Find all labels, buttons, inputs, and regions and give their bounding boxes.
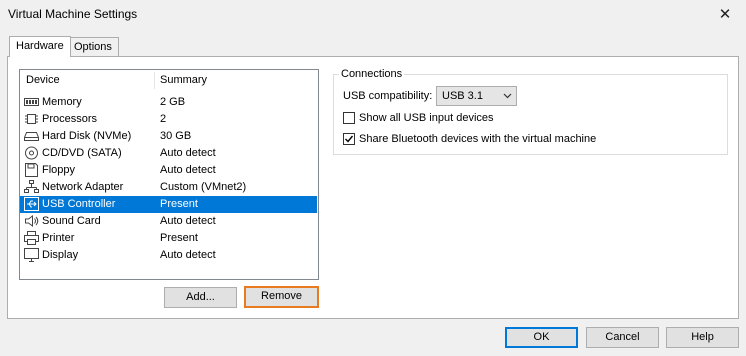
tab-options[interactable]: Options xyxy=(67,37,119,56)
device-name: Display xyxy=(42,249,79,261)
ok-button[interactable]: OK xyxy=(505,327,578,348)
usb-compatibility-select[interactable]: USB 3.1 xyxy=(436,86,517,106)
device-name: Floppy xyxy=(42,164,76,176)
device-list-header: Device Summary xyxy=(20,72,318,90)
connections-legend: Connections xyxy=(339,68,405,80)
device-name: Memory xyxy=(42,96,82,108)
hard-disk-icon xyxy=(24,132,39,141)
memory-icon xyxy=(24,98,39,106)
device-row-hard-disk[interactable]: Hard Disk (NVMe) 30 GB xyxy=(20,128,317,145)
usb-icon xyxy=(24,197,39,211)
floppy-icon xyxy=(25,163,38,177)
cd-dvd-icon xyxy=(25,146,38,160)
device-summary: Auto detect xyxy=(160,164,216,176)
chevron-down-icon xyxy=(503,93,512,99)
device-name: Hard Disk (NVMe) xyxy=(42,130,132,142)
usb-compatibility-label: USB compatibility: xyxy=(343,90,433,102)
share-bluetooth-label: Share Bluetooth devices with the virtual… xyxy=(359,133,597,145)
window-title: Virtual Machine Settings xyxy=(8,7,138,21)
device-summary: Auto detect xyxy=(160,147,216,159)
device-row-printer[interactable]: Printer Present xyxy=(20,230,317,247)
device-summary: Auto detect xyxy=(160,215,216,227)
cancel-button[interactable]: Cancel xyxy=(586,327,659,348)
device-summary: 2 xyxy=(160,113,167,125)
remove-device-button[interactable]: Remove xyxy=(244,286,319,308)
show-all-usb-label: Show all USB input devices xyxy=(359,112,494,124)
display-icon xyxy=(24,248,39,262)
device-name: Processors xyxy=(42,113,98,125)
device-row-memory[interactable]: Memory 2 GB xyxy=(20,94,317,111)
printer-icon xyxy=(24,231,39,245)
device-row-floppy[interactable]: Floppy Auto detect xyxy=(20,162,317,179)
usb-compatibility-value: USB 3.1 xyxy=(442,90,483,102)
device-row-processors[interactable]: Processors 2 xyxy=(20,111,317,128)
add-device-button[interactable]: Add... xyxy=(164,287,237,308)
device-name: CD/DVD (SATA) xyxy=(42,147,122,159)
device-row-cd-dvd[interactable]: CD/DVD (SATA) Auto detect xyxy=(20,145,317,162)
device-row-usb-controller[interactable]: USB Controller Present xyxy=(20,196,317,213)
network-adapter-icon xyxy=(24,180,39,193)
device-name: Network Adapter xyxy=(42,181,124,193)
column-header-summary[interactable]: Summary xyxy=(160,74,207,86)
device-row-sound-card[interactable]: Sound Card Auto detect xyxy=(20,213,317,230)
share-bluetooth-checkbox[interactable] xyxy=(343,133,355,145)
sound-card-icon xyxy=(25,215,39,227)
help-button[interactable]: Help xyxy=(666,327,739,348)
device-summary: 30 GB xyxy=(160,130,192,142)
tab-hardware[interactable]: Hardware xyxy=(9,36,71,57)
checkmark-icon xyxy=(345,135,354,143)
show-all-usb-checkbox[interactable] xyxy=(343,112,355,124)
device-name: USB Controller xyxy=(42,198,116,210)
device-row-display[interactable]: Display Auto detect xyxy=(20,247,317,264)
device-summary: Custom (VMnet2) xyxy=(160,181,247,193)
device-summary: 2 GB xyxy=(160,96,186,108)
device-summary: Present xyxy=(160,232,198,244)
close-icon[interactable]: ✕ xyxy=(712,2,738,28)
device-summary: Auto detect xyxy=(160,249,216,261)
device-name: Printer xyxy=(42,232,75,244)
device-name: Sound Card xyxy=(42,215,101,227)
device-row-network-adapter[interactable]: Network Adapter Custom (VMnet2) xyxy=(20,179,317,196)
processor-icon xyxy=(25,114,38,124)
column-header-device[interactable]: Device xyxy=(26,74,60,86)
device-summary: Present xyxy=(160,198,198,210)
